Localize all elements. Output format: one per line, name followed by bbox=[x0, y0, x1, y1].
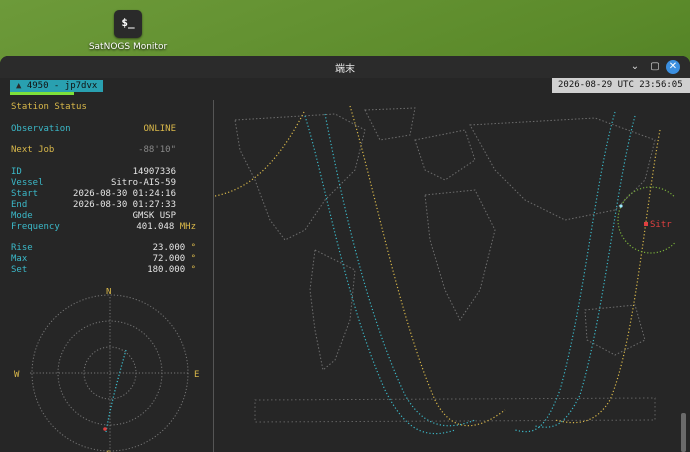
continents bbox=[234, 107, 656, 423]
close-icon[interactable]: ✕ bbox=[666, 60, 680, 74]
desktop-icon-satnogs[interactable]: $_ SatNOGS Monitor bbox=[88, 10, 168, 52]
rise-label: Rise bbox=[11, 243, 33, 253]
max-unit: ° bbox=[190, 254, 196, 264]
panel-divider bbox=[213, 100, 214, 452]
rise-value: 23.000 bbox=[152, 243, 186, 253]
progress-underline bbox=[10, 92, 74, 95]
max-label: Max bbox=[11, 254, 28, 264]
rise-value-group: 23.000 ° bbox=[153, 243, 196, 253]
start-label: Start bbox=[11, 189, 39, 199]
continent-africa bbox=[424, 189, 496, 321]
vessel-label: Vessel bbox=[11, 178, 44, 188]
max-value-group: 72.000 ° bbox=[153, 254, 196, 264]
set-value: 180.000 bbox=[147, 265, 186, 275]
observation-label: Observation bbox=[11, 124, 71, 134]
continent-north-america bbox=[234, 113, 366, 241]
ground-track-cyan-4 bbox=[534, 115, 636, 428]
rise-unit: ° bbox=[190, 243, 196, 253]
ground-track-yellow-3 bbox=[554, 129, 661, 424]
station-name: 4950 - jp7dvx bbox=[26, 81, 98, 91]
compass-n: N bbox=[106, 288, 111, 297]
frequency-label: Frequency bbox=[11, 222, 60, 232]
id-value: 14907336 bbox=[132, 167, 176, 177]
continent-asia bbox=[469, 117, 656, 221]
compass-e: E bbox=[194, 370, 199, 380]
ground-track-cyan-1 bbox=[304, 115, 456, 435]
continent-south-america bbox=[309, 249, 356, 371]
next-job-label: Next Job bbox=[11, 145, 55, 155]
end-label: End bbox=[11, 200, 28, 210]
set-label: Set bbox=[11, 265, 28, 275]
window-title: 端末 bbox=[335, 64, 355, 75]
frequency-value-group: 401.048 MHz bbox=[136, 222, 196, 232]
ground-tracks bbox=[215, 105, 661, 435]
world-map: Sitr bbox=[215, 105, 675, 435]
terminal-icon: $_ bbox=[114, 10, 142, 38]
compass-w: W bbox=[14, 370, 20, 380]
terminal-content[interactable]: ▲ 4950 - jp7dvx 2026-08-29 UTC 23:56:05 … bbox=[0, 78, 690, 452]
continent-antarctica bbox=[254, 397, 656, 423]
observation-value: ONLINE bbox=[143, 124, 176, 134]
station-marker bbox=[619, 204, 623, 208]
set-value-group: 180.000 ° bbox=[147, 265, 196, 275]
pass-track bbox=[105, 349, 127, 433]
satellite-marker bbox=[644, 222, 648, 226]
end-value: 2026-08-30 01:27:33 bbox=[73, 200, 176, 210]
mode-value: GMSK USP bbox=[132, 211, 176, 221]
ground-track-yellow-2 bbox=[349, 105, 506, 427]
id-label: ID bbox=[11, 167, 22, 177]
ground-track-cyan-2 bbox=[324, 113, 476, 427]
pass-start-marker bbox=[103, 427, 107, 431]
vessel-value: Sitro-AIS-59 bbox=[110, 178, 176, 188]
up-triangle-icon: ▲ bbox=[16, 81, 22, 91]
set-unit: ° bbox=[190, 265, 196, 275]
continent-europe bbox=[414, 129, 476, 181]
frequency-value: 401.048 bbox=[136, 222, 175, 232]
continent-greenland bbox=[364, 107, 416, 141]
scrollbar[interactable] bbox=[681, 413, 686, 452]
status-panel: Station Status Observation ONLINE Next J… bbox=[0, 98, 213, 452]
desktop-icon-label: SatNOGS Monitor bbox=[88, 42, 168, 52]
continent-australia bbox=[584, 304, 646, 356]
status-heading: Station Status bbox=[11, 102, 87, 112]
minimize-icon[interactable]: ⌄ bbox=[628, 60, 642, 74]
datetime-display: 2026-08-29 UTC 23:56:05 bbox=[552, 78, 690, 93]
max-value: 72.000 bbox=[152, 254, 186, 264]
terminal-window: 端末 ⌄ ▢ ✕ ▲ 4950 - jp7dvx 2026-08-29 UTC … bbox=[0, 56, 690, 452]
frequency-unit: MHz bbox=[179, 222, 196, 232]
mode-label: Mode bbox=[11, 211, 33, 221]
station-bar: ▲ 4950 - jp7dvx bbox=[10, 80, 104, 92]
ground-track-cyan-3 bbox=[514, 111, 616, 433]
ground-track-yellow-1 bbox=[215, 109, 306, 197]
titlebar[interactable]: 端末 ⌄ ▢ ✕ bbox=[0, 56, 690, 78]
next-job-value: -88'10" bbox=[138, 145, 176, 155]
polar-plot: N E S W bbox=[14, 288, 199, 452]
maximize-icon[interactable]: ▢ bbox=[648, 60, 662, 74]
start-value: 2026-08-30 01:24:16 bbox=[73, 189, 176, 199]
satellite-label: Sitr bbox=[650, 220, 672, 230]
